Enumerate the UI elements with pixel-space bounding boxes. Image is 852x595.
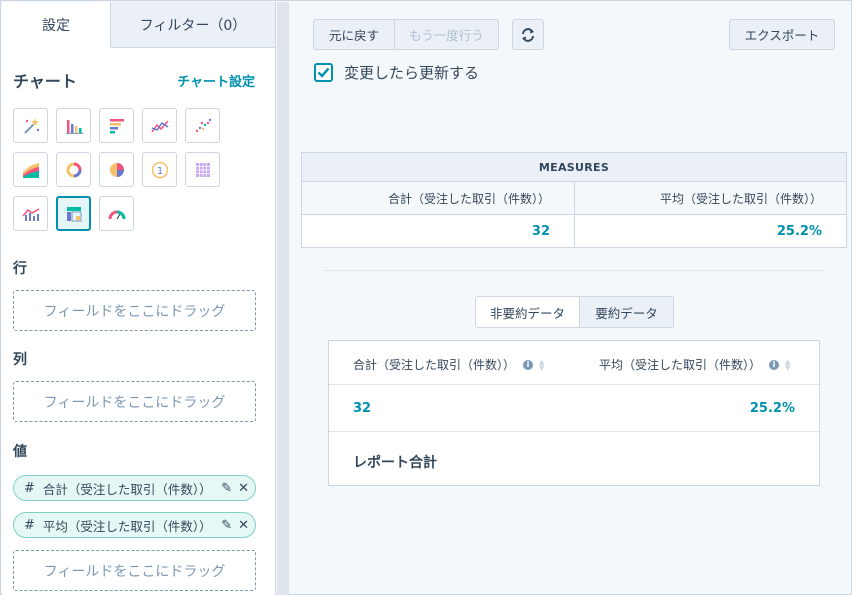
chart-type-combo-button[interactable]	[13, 196, 48, 231]
pencil-icon[interactable]: ✎	[221, 518, 232, 533]
chart-type-line-button[interactable]	[142, 108, 177, 143]
horizontal-bar-chart-icon	[109, 118, 124, 133]
chart-type-magic-button[interactable]	[13, 108, 48, 143]
chart-type-pie-button[interactable]	[99, 152, 134, 187]
value-pill-label: 平均（受注した取引（件数））	[42, 518, 212, 534]
export-button[interactable]: エクスポート	[729, 19, 835, 50]
auto-refresh-label: 変更したら更新する	[344, 64, 480, 82]
values-label: 値	[13, 444, 27, 460]
line-chart-icon	[150, 120, 169, 132]
summary-column-label: 平均（受注した取引（件数））	[599, 358, 762, 372]
sort-icon[interactable]: ▲ ▼	[785, 358, 790, 371]
table-row: 32 25.2%	[329, 385, 819, 432]
measures-value: 32	[301, 214, 575, 248]
pivot-table-icon	[66, 206, 81, 221]
info-icon[interactable]: i	[769, 359, 780, 370]
columns-label: 列	[13, 352, 27, 368]
settings-panel: 設定 フィルター（0） チャート チャート設定 1 行 フィールドをここにドラッ…	[2, 2, 276, 595]
unsummarized-data-button[interactable]: 非要約データ	[475, 296, 580, 328]
summary-value: 25.2%	[749, 401, 795, 416]
chart-type-bar-button[interactable]	[99, 108, 134, 143]
measures-header: MEASURES	[301, 152, 847, 182]
rows-label: 行	[13, 261, 27, 277]
chart-section-title: チャート	[13, 72, 77, 91]
data-view-toggle: 非要約データ 要約データ	[475, 296, 674, 328]
summarized-data-button[interactable]: 要約データ	[580, 296, 674, 328]
columns-dropzone[interactable]: フィールドをここにドラッグ	[13, 381, 256, 422]
gauge-chart-icon	[108, 210, 125, 219]
chart-section-header: チャート チャート設定	[13, 68, 255, 92]
vertical-bar-chart-icon	[65, 119, 83, 134]
combo-chart-icon	[21, 207, 39, 221]
value-pill[interactable]: # 合計（受注した取引（件数）） ✎ ✕	[13, 475, 256, 501]
kpi-number-icon: 1	[151, 161, 168, 178]
app-window: 設定 フィルター（0） チャート チャート設定 1 行 フィールドをここにドラッ…	[0, 0, 852, 595]
close-icon[interactable]: ✕	[238, 481, 249, 496]
chart-type-area-button[interactable]	[13, 152, 48, 187]
divider	[324, 270, 824, 271]
info-icon[interactable]: i	[523, 359, 534, 370]
summary-table: 合計（受注した取引（件数）） i ▲ ▼ 平均（受注した取引（件数）） i ▲ ▼ …	[328, 340, 820, 486]
close-icon[interactable]: ✕	[238, 518, 249, 533]
sort-icon[interactable]: ▲ ▼	[539, 358, 544, 371]
area-chart-icon	[22, 162, 39, 178]
donut-chart-icon	[66, 162, 81, 177]
redo-button[interactable]: もう一度行う	[394, 19, 499, 50]
checkmark-icon	[317, 67, 330, 78]
pencil-icon[interactable]: ✎	[221, 481, 232, 496]
rows-dropzone[interactable]: フィールドをここにドラッグ	[13, 290, 256, 331]
chart-type-column-button[interactable]	[56, 108, 91, 143]
pie-chart-icon	[109, 162, 124, 177]
report-total-label: レポート合計	[353, 455, 437, 471]
undo-button[interactable]: 元に戻す	[313, 19, 395, 50]
auto-refresh-row: 変更したら更新する	[314, 62, 479, 83]
table-grid-icon	[195, 162, 210, 177]
measures-value: 25.2%	[574, 214, 847, 248]
summary-column-header[interactable]: 合計（受注した取引（件数）） i ▲ ▼	[353, 356, 544, 373]
scatter-chart-icon	[195, 118, 211, 132]
chart-type-gauge-button[interactable]	[99, 196, 134, 231]
summary-value: 32	[353, 401, 372, 416]
refresh-icon	[522, 27, 534, 42]
auto-refresh-checkbox[interactable]	[314, 63, 333, 82]
svg-text:1: 1	[156, 166, 162, 177]
chart-settings-link[interactable]: チャート設定	[177, 71, 255, 90]
tab-filters[interactable]: フィルター（0）	[111, 2, 275, 48]
chart-type-scatter-button[interactable]	[185, 108, 220, 143]
values-dropzone[interactable]: フィールドをここにドラッグ	[13, 550, 256, 591]
chart-type-kpi-button[interactable]: 1	[142, 152, 177, 187]
hash-icon: #	[24, 517, 35, 533]
summary-column-header[interactable]: 平均（受注した取引（件数）） i ▲ ▼	[599, 356, 790, 373]
chart-type-donut-button[interactable]	[56, 152, 91, 187]
chart-type-table-button[interactable]	[185, 152, 220, 187]
measures-column-header: 合計（受注した取引（件数））	[301, 181, 575, 215]
value-pill[interactable]: # 平均（受注した取引（件数）） ✎ ✕	[13, 512, 256, 538]
panel-splitter[interactable]	[277, 2, 289, 595]
refresh-button[interactable]	[512, 19, 544, 50]
measures-column-header: 平均（受注した取引（件数））	[574, 181, 847, 215]
tab-settings[interactable]: 設定	[2, 2, 111, 48]
summary-table-header: 合計（受注した取引（件数）） i ▲ ▼ 平均（受注した取引（件数）） i ▲ ▼	[329, 341, 819, 385]
summary-column-label: 合計（受注した取引（件数））	[353, 358, 516, 372]
value-pill-label: 合計（受注した取引（件数））	[42, 481, 212, 497]
hash-icon: #	[24, 480, 35, 496]
chart-type-pivot-button[interactable]	[56, 196, 91, 231]
measures-table: MEASURES 合計（受注した取引（件数）） 平均（受注した取引（件数）） 3…	[301, 152, 847, 248]
panel-tabs: 設定 フィルター（0）	[2, 2, 275, 48]
magic-wand-icon	[23, 117, 39, 134]
